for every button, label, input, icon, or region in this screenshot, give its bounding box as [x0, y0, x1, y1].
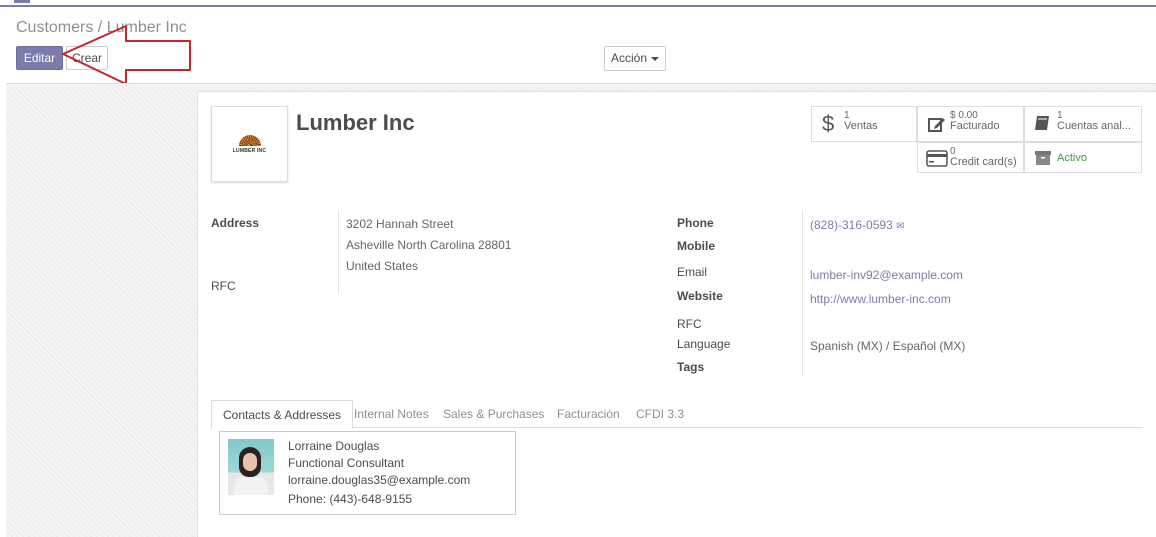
partner-name: Lumber Inc: [296, 110, 415, 135]
analytic-label: Cuentas anal...: [1057, 120, 1131, 132]
company-logo[interactable]: LUMBER INC: [211, 106, 288, 182]
phone-value[interactable]: (828)-316-0593 ✉: [810, 218, 904, 232]
contact-email[interactable]: lorraine.douglas35@example.com: [288, 473, 470, 487]
form-sheet: LUMBER INC Lumber Inc $ 1 Ventas $ 0.00 …: [197, 91, 1156, 537]
breadcrumb-parent[interactable]: Customers: [16, 19, 93, 36]
tab-sales-purchases[interactable]: Sales & Purchases: [432, 400, 555, 429]
logo-text: LUMBER INC: [232, 147, 267, 154]
email-label: Email: [677, 265, 708, 279]
address-label: Address: [211, 216, 260, 230]
stat-button-credit-cards[interactable]: 0 Credit card(s): [917, 142, 1024, 173]
pencil-square-icon: [928, 118, 945, 132]
address-country: United States: [346, 259, 419, 273]
tab-contacts-addresses[interactable]: Contacts & Addresses: [211, 400, 354, 429]
stat-button-analytic-accounts[interactable]: 1 Cuentas anal...: [1024, 106, 1142, 142]
contact-name: Lorraine Douglas: [288, 439, 380, 453]
contact-card[interactable]: Lorraine Douglas Functional Consultant l…: [219, 431, 516, 515]
credit-card-icon: [926, 150, 948, 167]
contact-phone: Phone: (443)-648-9155: [288, 492, 413, 506]
tab-cfdi[interactable]: CFDI 3.3: [625, 400, 695, 429]
notebook-tabs: Contacts & Addresses Internal Notes Sale…: [211, 400, 1143, 429]
email-value[interactable]: lumber-inv92@example.com: [810, 268, 963, 282]
active-status-label: Activo: [1057, 152, 1087, 164]
avatar-body: [234, 477, 268, 495]
website-value[interactable]: http://www.lumber-inc.com: [810, 292, 951, 306]
language-value: Spanish (MX) / Español (MX): [810, 339, 966, 353]
credit-card-label: Credit card(s): [950, 156, 1017, 168]
tab-internal-notes[interactable]: Internal Notes: [343, 400, 440, 429]
field-divider-left: [338, 210, 339, 294]
rfc-label-left: RFC: [211, 279, 236, 293]
logo-fan-graphic: [238, 134, 261, 146]
dollar-icon: $: [822, 111, 835, 136]
phone-label: Phone: [677, 216, 714, 230]
breadcrumb-current: Lumber Inc: [106, 19, 187, 36]
envelope-icon[interactable]: ✉: [896, 221, 904, 232]
stat-button-sales[interactable]: $ 1 Ventas: [811, 106, 917, 142]
language-label: Language: [677, 337, 731, 351]
tab-facturacion[interactable]: Facturación: [546, 400, 631, 429]
contact-job-title: Functional Consultant: [288, 456, 405, 470]
breadcrumb: Customers / Lumber Inc: [16, 19, 187, 37]
phone-number: (828)-316-0593: [810, 218, 893, 232]
caret-down-icon: [651, 56, 660, 61]
mobile-label: Mobile: [677, 239, 715, 253]
stat-button-active-toggle[interactable]: Activo: [1024, 142, 1142, 173]
stat-button-invoiced[interactable]: $ 0.00 Facturado: [917, 106, 1024, 142]
rfc-label-right: RFC: [677, 317, 702, 331]
navbar-accent: [14, 0, 30, 3]
archive-icon: [1035, 151, 1051, 165]
create-button[interactable]: Crear: [66, 46, 108, 70]
contact-avatar: [228, 439, 274, 495]
breadcrumb-separator: /: [93, 19, 107, 36]
action-label: Acción: [610, 51, 648, 65]
book-icon: [1035, 116, 1049, 130]
address-street: 3202 Hannah Street: [346, 217, 454, 231]
avatar-face: [243, 453, 257, 471]
tags-label: Tags: [677, 360, 705, 374]
field-divider-right: [802, 210, 803, 376]
website-label: Website: [677, 289, 723, 303]
top-navbar: [0, 0, 1156, 7]
action-dropdown-button[interactable]: Acción: [604, 46, 666, 71]
address-city-state-zip: Asheville North Carolina 28801: [346, 238, 512, 252]
edit-button[interactable]: Editar: [16, 46, 63, 70]
invoiced-label: Facturado: [950, 120, 1000, 132]
sales-label: Ventas: [844, 120, 878, 132]
